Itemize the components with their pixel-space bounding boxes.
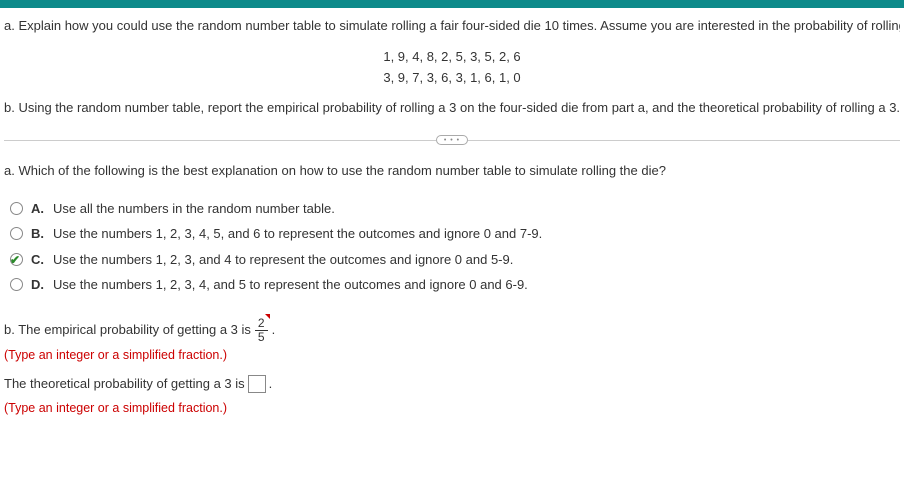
choice-a[interactable]: A. Use all the numbers in the random num… <box>10 199 900 219</box>
empirical-answer-row: b. The empirical probability of getting … <box>4 317 900 344</box>
radio-a[interactable] <box>10 202 23 215</box>
choice-text: Use the numbers 1, 2, 3, 4, 5, and 6 to … <box>53 224 542 244</box>
choice-list: A. Use all the numbers in the random num… <box>10 199 900 295</box>
divider-line-right <box>468 140 900 141</box>
empirical-fraction-input[interactable]: 2 5 <box>255 317 268 344</box>
content-area: a. Explain how you could use the random … <box>0 8 904 428</box>
fraction-denominator: 5 <box>255 331 268 344</box>
random-number-table: 1, 9, 4, 8, 2, 5, 3, 5, 2, 6 3, 9, 7, 3,… <box>4 47 900 89</box>
radio-b[interactable] <box>10 227 23 240</box>
choice-c[interactable]: C. Use the numbers 1, 2, 3, and 4 to rep… <box>10 250 900 270</box>
choice-text: Use all the numbers in the random number… <box>53 199 335 219</box>
hint-theoretical: (Type an integer or a simplified fractio… <box>4 397 900 421</box>
theoretical-input[interactable] <box>248 375 266 393</box>
choice-text: Use the numbers 1, 2, 3, and 4 to repres… <box>53 250 513 270</box>
hint-empirical: (Type an integer or a simplified fractio… <box>4 344 900 368</box>
choice-letter: B. <box>31 224 47 244</box>
choice-b[interactable]: B. Use the numbers 1, 2, 3, 4, 5, and 6 … <box>10 224 900 244</box>
empirical-prefix: b. The empirical probability of getting … <box>4 318 251 343</box>
choice-letter: A. <box>31 199 47 219</box>
choice-d[interactable]: D. Use the numbers 1, 2, 3, 4, and 5 to … <box>10 275 900 295</box>
divider-line-left <box>4 140 436 141</box>
numbers-row-1: 1, 9, 4, 8, 2, 5, 3, 5, 2, 6 <box>4 47 900 68</box>
sub-question-a: a. Which of the following is the best ex… <box>4 161 900 181</box>
fraction-numerator: 2 <box>255 317 268 331</box>
radio-d[interactable] <box>10 278 23 291</box>
question-a-text: a. Explain how you could use the random … <box>4 16 900 37</box>
theoretical-prefix: The theoretical probability of getting a… <box>4 372 245 397</box>
theoretical-answer-row: The theoretical probability of getting a… <box>4 372 900 397</box>
empirical-suffix: . <box>272 318 276 343</box>
numbers-row-2: 3, 9, 7, 3, 6, 3, 1, 6, 1, 0 <box>4 68 900 89</box>
expand-button[interactable]: • • • <box>436 135 468 145</box>
choice-letter: C. <box>31 250 47 270</box>
radio-c[interactable] <box>10 253 23 266</box>
window-top-bar <box>0 0 904 8</box>
divider: • • • <box>4 135 900 145</box>
answer-section: b. The empirical probability of getting … <box>4 317 900 421</box>
question-b-text: b. Using the random number table, report… <box>4 98 900 119</box>
choice-text: Use the numbers 1, 2, 3, 4, and 5 to rep… <box>53 275 528 295</box>
cursor-indicator-icon <box>265 314 270 319</box>
theoretical-suffix: . <box>269 372 273 397</box>
choice-letter: D. <box>31 275 47 295</box>
